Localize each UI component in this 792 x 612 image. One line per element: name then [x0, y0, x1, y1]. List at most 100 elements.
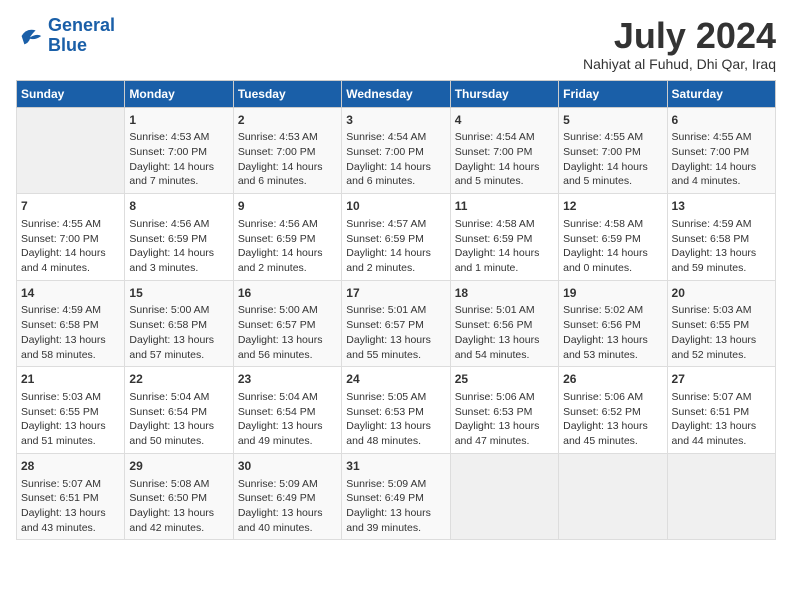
month-title: July 2024 [583, 16, 776, 56]
title-block: July 2024 Nahiyat al Fuhud, Dhi Qar, Ira… [583, 16, 776, 72]
cell-content: Sunrise: 5:03 AM Sunset: 6:55 PM Dayligh… [21, 391, 106, 447]
calendar-week-row: 1 Sunrise: 4:53 AM Sunset: 7:00 PM Daylig… [17, 107, 776, 194]
weekday-header: Friday [559, 80, 667, 107]
calendar-cell: 25 Sunrise: 5:06 AM Sunset: 6:53 PM Dayli… [450, 367, 558, 454]
location: Nahiyat al Fuhud, Dhi Qar, Iraq [583, 56, 776, 72]
day-number: 10 [346, 198, 445, 215]
cell-content: Sunrise: 5:06 AM Sunset: 6:52 PM Dayligh… [563, 391, 648, 447]
calendar-cell [17, 107, 125, 194]
calendar-cell: 3Sunrise: 4:54 AM Sunset: 7:00 PM Daylig… [342, 107, 450, 194]
calendar-cell: 14 Sunrise: 4:59 AM Sunset: 6:58 PM Dayli… [17, 280, 125, 367]
cell-content: Sunrise: 5:00 AM Sunset: 6:57 PM Dayligh… [238, 304, 323, 360]
calendar-cell: 26 Sunrise: 5:06 AM Sunset: 6:52 PM Dayli… [559, 367, 667, 454]
calendar-week-row: 28Sunrise: 5:07 AM Sunset: 6:51 PM Dayli… [17, 453, 776, 540]
cell-content: Sunrise: 5:01 AM Sunset: 6:57 PM Dayligh… [346, 304, 431, 360]
cell-content: Sunrise: 4:53 AM Sunset: 7:00 PM Dayligh… [129, 131, 214, 187]
calendar-cell: 29Sunrise: 5:08 AM Sunset: 6:50 PM Dayli… [125, 453, 233, 540]
calendar-cell: 30 Sunrise: 5:09 AM Sunset: 6:49 PM Dayli… [233, 453, 341, 540]
weekday-header: Wednesday [342, 80, 450, 107]
day-number: 24 [346, 371, 445, 388]
cell-content: Sunrise: 5:01 AM Sunset: 6:56 PM Dayligh… [455, 304, 540, 360]
logo-icon [16, 22, 44, 50]
weekday-header-row: SundayMondayTuesdayWednesdayThursdayFrid… [17, 80, 776, 107]
calendar-cell: 20 Sunrise: 5:03 AM Sunset: 6:55 PM Dayli… [667, 280, 775, 367]
day-number: 14 [21, 285, 120, 302]
cell-content: Sunrise: 4:58 AM Sunset: 6:59 PM Dayligh… [563, 218, 648, 274]
day-number: 16 [238, 285, 337, 302]
cell-content: Sunrise: 4:55 AM Sunset: 7:00 PM Dayligh… [672, 131, 757, 187]
cell-content: Sunrise: 4:57 AM Sunset: 6:59 PM Dayligh… [346, 218, 431, 274]
cell-content: Sunrise: 4:58 AM Sunset: 6:59 PM Dayligh… [455, 218, 540, 274]
cell-content: Sunrise: 4:56 AM Sunset: 6:59 PM Dayligh… [238, 218, 323, 274]
calendar-cell: 7 Sunrise: 4:55 AM Sunset: 7:00 PM Daylig… [17, 194, 125, 281]
day-number: 17 [346, 285, 445, 302]
logo: General Blue [16, 16, 115, 56]
calendar-cell [559, 453, 667, 540]
cell-content: Sunrise: 4:54 AM Sunset: 7:00 PM Dayligh… [346, 131, 431, 187]
day-number: 26 [563, 371, 662, 388]
calendar-week-row: 14 Sunrise: 4:59 AM Sunset: 6:58 PM Dayli… [17, 280, 776, 367]
cell-content: Sunrise: 5:00 AM Sunset: 6:58 PM Dayligh… [129, 304, 214, 360]
cell-content: Sunrise: 5:07 AM Sunset: 6:51 PM Dayligh… [672, 391, 757, 447]
day-number: 31 [346, 458, 445, 475]
day-number: 28 [21, 458, 120, 475]
calendar-cell: 9 Sunrise: 4:56 AM Sunset: 6:59 PM Daylig… [233, 194, 341, 281]
day-number: 5 [563, 112, 662, 129]
cell-content: Sunrise: 5:02 AM Sunset: 6:56 PM Dayligh… [563, 304, 648, 360]
calendar-cell: 21 Sunrise: 5:03 AM Sunset: 6:55 PM Dayli… [17, 367, 125, 454]
day-number: 21 [21, 371, 120, 388]
day-number: 30 [238, 458, 337, 475]
calendar-cell: 18 Sunrise: 5:01 AM Sunset: 6:56 PM Dayli… [450, 280, 558, 367]
cell-content: Sunrise: 5:08 AM Sunset: 6:50 PM Dayligh… [129, 478, 214, 534]
day-number: 9 [238, 198, 337, 215]
cell-content: Sunrise: 4:55 AM Sunset: 7:00 PM Dayligh… [21, 218, 106, 274]
calendar-cell: 16 Sunrise: 5:00 AM Sunset: 6:57 PM Dayli… [233, 280, 341, 367]
weekday-header: Saturday [667, 80, 775, 107]
page-header: General Blue July 2024 Nahiyat al Fuhud,… [16, 16, 776, 72]
calendar-cell: 22Sunrise: 5:04 AM Sunset: 6:54 PM Dayli… [125, 367, 233, 454]
cell-content: Sunrise: 5:09 AM Sunset: 6:49 PM Dayligh… [346, 478, 431, 534]
calendar-cell: 19Sunrise: 5:02 AM Sunset: 6:56 PM Dayli… [559, 280, 667, 367]
calendar-cell: 31 Sunrise: 5:09 AM Sunset: 6:49 PM Dayli… [342, 453, 450, 540]
day-number: 18 [455, 285, 554, 302]
day-number: 2 [238, 112, 337, 129]
calendar-cell: 27 Sunrise: 5:07 AM Sunset: 6:51 PM Dayli… [667, 367, 775, 454]
day-number: 25 [455, 371, 554, 388]
day-number: 1 [129, 112, 228, 129]
calendar-cell: 5Sunrise: 4:55 AM Sunset: 7:00 PM Daylig… [559, 107, 667, 194]
cell-content: Sunrise: 5:06 AM Sunset: 6:53 PM Dayligh… [455, 391, 540, 447]
calendar-header: SundayMondayTuesdayWednesdayThursdayFrid… [17, 80, 776, 107]
calendar-cell: 12 Sunrise: 4:58 AM Sunset: 6:59 PM Dayli… [559, 194, 667, 281]
calendar-cell [667, 453, 775, 540]
cell-content: Sunrise: 4:54 AM Sunset: 7:00 PM Dayligh… [455, 131, 540, 187]
calendar-cell: 24 Sunrise: 5:05 AM Sunset: 6:53 PM Dayli… [342, 367, 450, 454]
cell-content: Sunrise: 4:59 AM Sunset: 6:58 PM Dayligh… [672, 218, 757, 274]
cell-content: Sunrise: 5:05 AM Sunset: 6:53 PM Dayligh… [346, 391, 431, 447]
calendar-cell: 10 Sunrise: 4:57 AM Sunset: 6:59 PM Dayli… [342, 194, 450, 281]
calendar-cell [450, 453, 558, 540]
weekday-header: Monday [125, 80, 233, 107]
calendar-cell: 6 Sunrise: 4:55 AM Sunset: 7:00 PM Daylig… [667, 107, 775, 194]
day-number: 6 [672, 112, 771, 129]
calendar-cell: 15 Sunrise: 5:00 AM Sunset: 6:58 PM Dayli… [125, 280, 233, 367]
cell-content: Sunrise: 5:03 AM Sunset: 6:55 PM Dayligh… [672, 304, 757, 360]
day-number: 11 [455, 198, 554, 215]
cell-content: Sunrise: 5:04 AM Sunset: 6:54 PM Dayligh… [129, 391, 214, 447]
cell-content: Sunrise: 4:56 AM Sunset: 6:59 PM Dayligh… [129, 218, 214, 274]
cell-content: Sunrise: 5:09 AM Sunset: 6:49 PM Dayligh… [238, 478, 323, 534]
cell-content: Sunrise: 5:04 AM Sunset: 6:54 PM Dayligh… [238, 391, 323, 447]
day-number: 20 [672, 285, 771, 302]
day-number: 27 [672, 371, 771, 388]
day-number: 12 [563, 198, 662, 215]
calendar-cell: 23Sunrise: 5:04 AM Sunset: 6:54 PM Dayli… [233, 367, 341, 454]
calendar-week-row: 7 Sunrise: 4:55 AM Sunset: 7:00 PM Daylig… [17, 194, 776, 281]
cell-content: Sunrise: 4:59 AM Sunset: 6:58 PM Dayligh… [21, 304, 106, 360]
calendar-cell: 11 Sunrise: 4:58 AM Sunset: 6:59 PM Dayli… [450, 194, 558, 281]
calendar-cell: 8Sunrise: 4:56 AM Sunset: 6:59 PM Daylig… [125, 194, 233, 281]
cell-content: Sunrise: 4:53 AM Sunset: 7:00 PM Dayligh… [238, 131, 323, 187]
day-number: 15 [129, 285, 228, 302]
logo-text: General Blue [48, 16, 115, 56]
day-number: 7 [21, 198, 120, 215]
calendar-cell: 17 Sunrise: 5:01 AM Sunset: 6:57 PM Dayli… [342, 280, 450, 367]
calendar-body: 1 Sunrise: 4:53 AM Sunset: 7:00 PM Daylig… [17, 107, 776, 540]
